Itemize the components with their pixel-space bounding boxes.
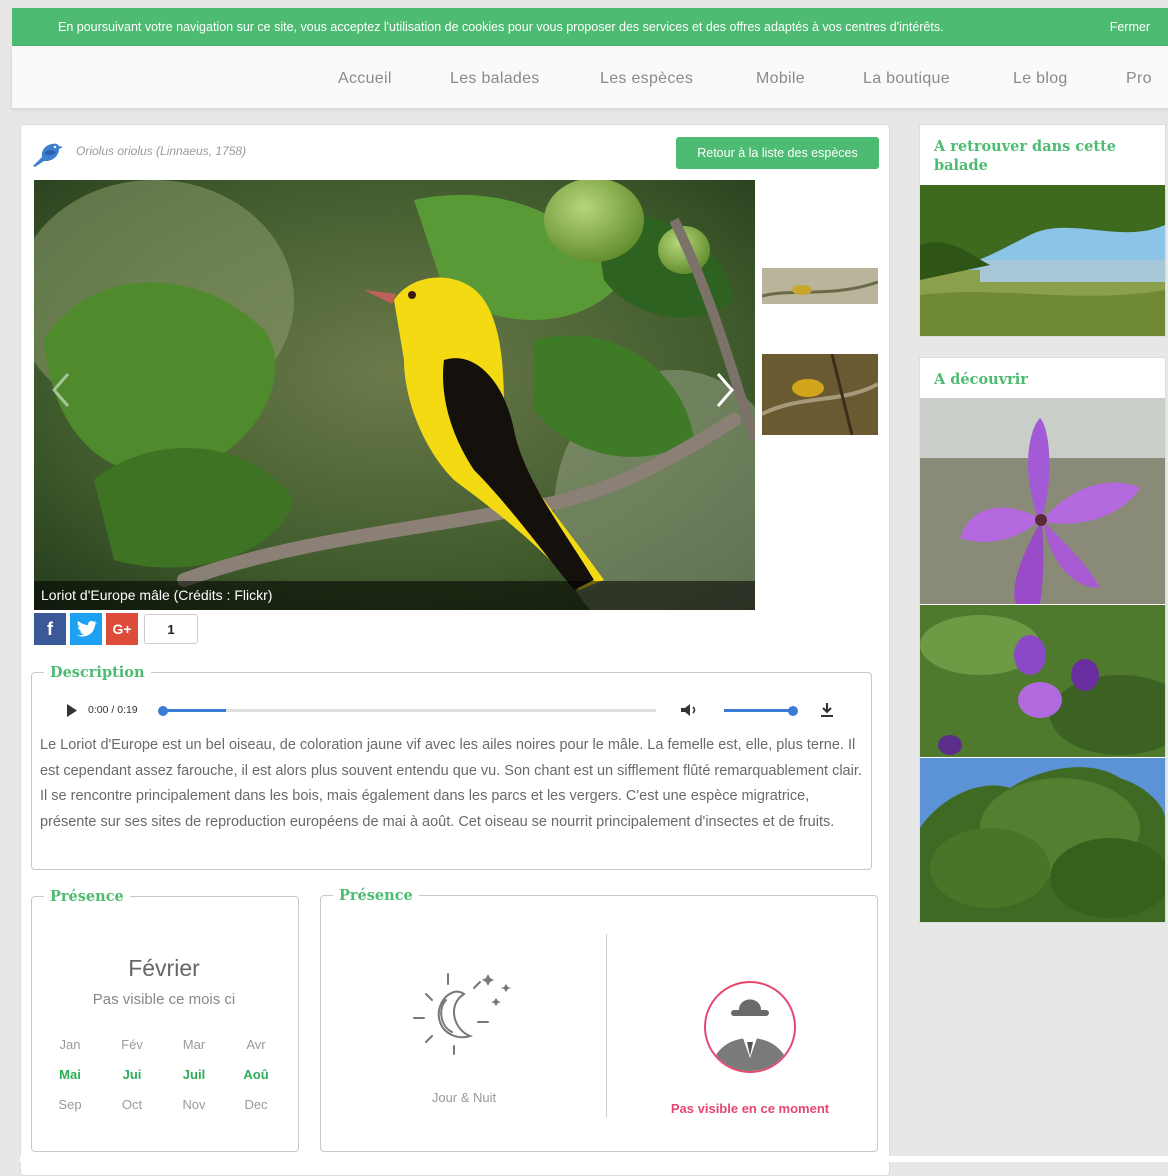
play-icon[interactable]: [66, 704, 78, 722]
photo-caption: Loriot d'Europe mâle (Crédits : Flickr): [34, 581, 755, 610]
audio-progress-bar[interactable]: [158, 705, 656, 716]
main-navigation: Accueil Les balades Les espèces Mobile L…: [12, 46, 1168, 108]
month-jun: Jui: [122, 1067, 142, 1082]
photo-thumbnail[interactable]: [762, 354, 878, 435]
discover-photo[interactable]: [920, 758, 1165, 922]
audio-player: 0:00 / 0:19: [58, 696, 848, 724]
googleplus-share-button[interactable]: G+: [106, 613, 138, 645]
month-dec: Dec: [244, 1097, 268, 1112]
month-may: Mai: [59, 1067, 81, 1082]
googleplus-icon: G+: [112, 621, 132, 637]
month-sep: Sep: [58, 1097, 82, 1112]
month-oct: Oct: [121, 1097, 143, 1112]
description-text: Le Loriot d'Europe est un bel oiseau, de…: [40, 737, 862, 830]
cookie-close-button[interactable]: Fermer: [1110, 20, 1150, 34]
month-aug: Aoû: [243, 1067, 269, 1082]
month-visibility-status: Pas visible ce mois ci: [92, 991, 236, 1008]
carousel-next-arrow[interactable]: [710, 370, 740, 410]
sidebar-decouvrir: A découvrir: [919, 357, 1166, 923]
nav-item-especes[interactable]: Les espèces: [600, 70, 693, 88]
presence-divider: [606, 934, 607, 1118]
description-legend: Description: [50, 664, 145, 681]
audio-time: 0:00 / 0:19: [88, 704, 138, 716]
retrouver-title: A retrouver dans cette balade: [934, 138, 1117, 174]
month-jan: Jan: [59, 1037, 81, 1052]
nav-item-blog[interactable]: Le blog: [1013, 70, 1068, 88]
person-avatar-icon: [703, 980, 797, 1079]
presence-month-legend: Présence: [50, 888, 124, 905]
facebook-icon: f: [47, 619, 53, 639]
volume-slider[interactable]: [724, 705, 798, 716]
day-night-label: Jour & Nuit: [431, 1090, 497, 1105]
discover-photo[interactable]: [920, 605, 1165, 757]
presence-time-legend: Présence: [339, 887, 413, 904]
photo-thumbnail[interactable]: [762, 268, 878, 304]
sidebar-retrouver: A retrouver dans cette balade: [919, 124, 1166, 337]
nav-item-balades[interactable]: Les balades: [450, 70, 540, 88]
cookie-message: En poursuivant votre navigation sur ce s…: [58, 20, 944, 34]
facebook-share-button[interactable]: f: [34, 613, 66, 645]
nav-item-boutique[interactable]: La boutique: [863, 70, 950, 88]
month-feb: Fév: [121, 1037, 143, 1052]
current-month: Février: [128, 955, 200, 981]
download-icon[interactable]: [820, 702, 834, 723]
nav-item-mobile[interactable]: Mobile: [756, 70, 805, 88]
species-photo-carousel: Loriot d'Europe mâle (Crédits : Flickr): [34, 180, 755, 610]
cookie-banner: En poursuivant votre navigation sur ce s…: [12, 8, 1168, 46]
month-grid: Jan Fév Mar Avr Mai Jui Juil Aoû Sep Oct…: [44, 1037, 284, 1127]
month-apr: Avr: [246, 1037, 266, 1052]
month-mar: Mar: [182, 1037, 206, 1052]
visibility-status: Pas visible en ce moment: [670, 1101, 830, 1116]
bird-icon: [30, 140, 64, 173]
scientific-name: Oriolus oriolus (Linnaeus, 1758): [76, 144, 247, 158]
discover-photo[interactable]: [920, 398, 1165, 604]
nav-item-accueil[interactable]: Accueil: [338, 70, 392, 88]
day-night-icon: [408, 966, 520, 1065]
back-to-species-list-button[interactable]: Retour à la liste des espèces: [676, 137, 879, 169]
month-nov: Nov: [182, 1097, 206, 1112]
month-jul: Juil: [182, 1067, 206, 1082]
balade-photo[interactable]: [920, 185, 1165, 336]
decouvrir-title: A découvrir: [934, 371, 1028, 388]
share-count: 1: [144, 614, 198, 644]
twitter-share-button[interactable]: [70, 613, 102, 645]
twitter-icon: [70, 613, 102, 655]
volume-icon[interactable]: [680, 703, 698, 722]
page-bottom: [20, 1156, 1168, 1162]
nav-item-pro[interactable]: Pro: [1126, 70, 1152, 88]
carousel-prev-arrow[interactable]: [46, 370, 76, 410]
oriole-photo: [34, 180, 755, 610]
